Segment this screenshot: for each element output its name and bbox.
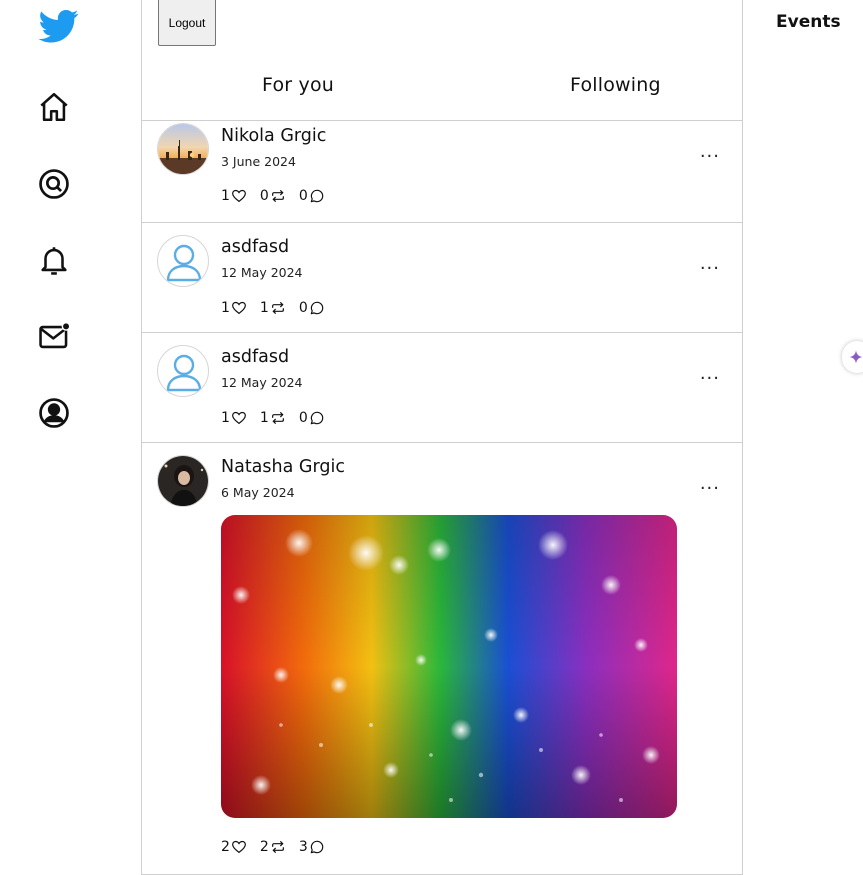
like-count: 1	[221, 410, 230, 426]
post[interactable]: asdfasd 12 May 2024 ... 1 1 0	[142, 223, 742, 333]
comment-icon	[310, 189, 324, 203]
retweet-count: 1	[259, 300, 269, 316]
retweet-icon	[271, 412, 284, 424]
heart-icon	[231, 189, 246, 203]
avatar[interactable]	[157, 235, 209, 287]
like-count: 2	[221, 839, 230, 855]
comment-icon	[310, 840, 324, 854]
comment-icon	[310, 301, 324, 315]
post-image[interactable]	[221, 515, 677, 818]
avatar[interactable]	[157, 345, 209, 397]
heart-icon	[231, 301, 246, 315]
retweet-button[interactable]: 0	[260, 188, 286, 204]
post[interactable]: Nikola Grgic 3 June 2024 ... 1 0 0	[142, 121, 742, 223]
comment-button[interactable]: 0	[299, 300, 325, 316]
sparkle-icon[interactable]	[842, 341, 863, 373]
post[interactable]: asdfasd 12 May 2024 ... 1 1 0	[142, 333, 742, 443]
post-stats: 2 2 3	[221, 839, 338, 855]
comment-icon	[310, 411, 324, 425]
like-count: 1	[221, 188, 230, 204]
retweet-count: 0	[259, 188, 269, 204]
retweet-count: 2	[259, 839, 269, 855]
main-feed: Logout For you Following Nikola Grgic 3 …	[141, 0, 743, 875]
more-options-button[interactable]: ...	[700, 363, 720, 384]
post-date: 6 May 2024	[221, 485, 295, 500]
comment-button[interactable]: 0	[299, 410, 325, 426]
heart-icon	[231, 411, 246, 425]
profile-icon[interactable]	[36, 395, 72, 431]
retweet-button[interactable]: 1	[260, 410, 286, 426]
heart-icon	[231, 840, 246, 854]
like-count: 1	[221, 300, 230, 316]
post-list: Nikola Grgic 3 June 2024 ... 1 0 0 asdfa…	[142, 121, 742, 875]
post-stats: 1 1 0	[221, 300, 338, 316]
logout-button[interactable]: Logout	[158, 0, 216, 46]
like-button[interactable]: 1	[221, 410, 247, 426]
post-author[interactable]: asdfasd	[221, 237, 289, 257]
post-date: 3 June 2024	[221, 154, 296, 169]
default-user-icon	[166, 354, 202, 392]
more-options-button[interactable]: ...	[700, 253, 720, 274]
post-stats: 1 0 0	[221, 188, 338, 204]
feed-tabs: For you Following	[142, 56, 742, 121]
retweet-icon	[271, 302, 284, 314]
post-author[interactable]: Nikola Grgic	[221, 126, 326, 146]
home-icon[interactable]	[36, 89, 72, 125]
bell-icon[interactable]	[36, 242, 72, 278]
post[interactable]: Natasha Grgic 6 May 2024 ... 2 2 3	[142, 443, 742, 875]
sidebar	[0, 0, 142, 875]
like-button[interactable]: 2	[221, 839, 247, 855]
more-options-button[interactable]: ...	[700, 141, 720, 162]
post-stats: 1 1 0	[221, 410, 338, 426]
more-options-button[interactable]: ...	[700, 473, 720, 494]
events-heading: Events	[776, 12, 841, 32]
retweet-button[interactable]: 1	[260, 300, 286, 316]
comment-count: 0	[298, 410, 308, 426]
explore-icon[interactable]	[36, 166, 72, 202]
tab-following[interactable]: Following	[570, 74, 661, 96]
post-author[interactable]: asdfasd	[221, 347, 289, 367]
comment-count: 0	[298, 188, 308, 204]
comment-count: 3	[298, 839, 308, 855]
retweet-icon	[271, 841, 284, 853]
comment-count: 0	[298, 300, 308, 316]
post-date: 12 May 2024	[221, 375, 303, 390]
comment-button[interactable]: 3	[299, 839, 325, 855]
post-date: 12 May 2024	[221, 265, 303, 280]
like-button[interactable]: 1	[221, 188, 247, 204]
avatar[interactable]	[157, 455, 209, 507]
like-button[interactable]: 1	[221, 300, 247, 316]
comment-button[interactable]: 0	[299, 188, 325, 204]
avatar[interactable]	[157, 123, 209, 175]
twitter-bird-icon[interactable]	[37, 6, 81, 46]
retweet-icon	[271, 190, 284, 202]
post-author[interactable]: Natasha Grgic	[221, 457, 345, 477]
tab-for-you[interactable]: For you	[262, 74, 334, 96]
mail-icon[interactable]	[36, 319, 72, 355]
retweet-button[interactable]: 2	[260, 839, 286, 855]
retweet-count: 1	[259, 410, 269, 426]
default-user-icon	[166, 244, 202, 282]
